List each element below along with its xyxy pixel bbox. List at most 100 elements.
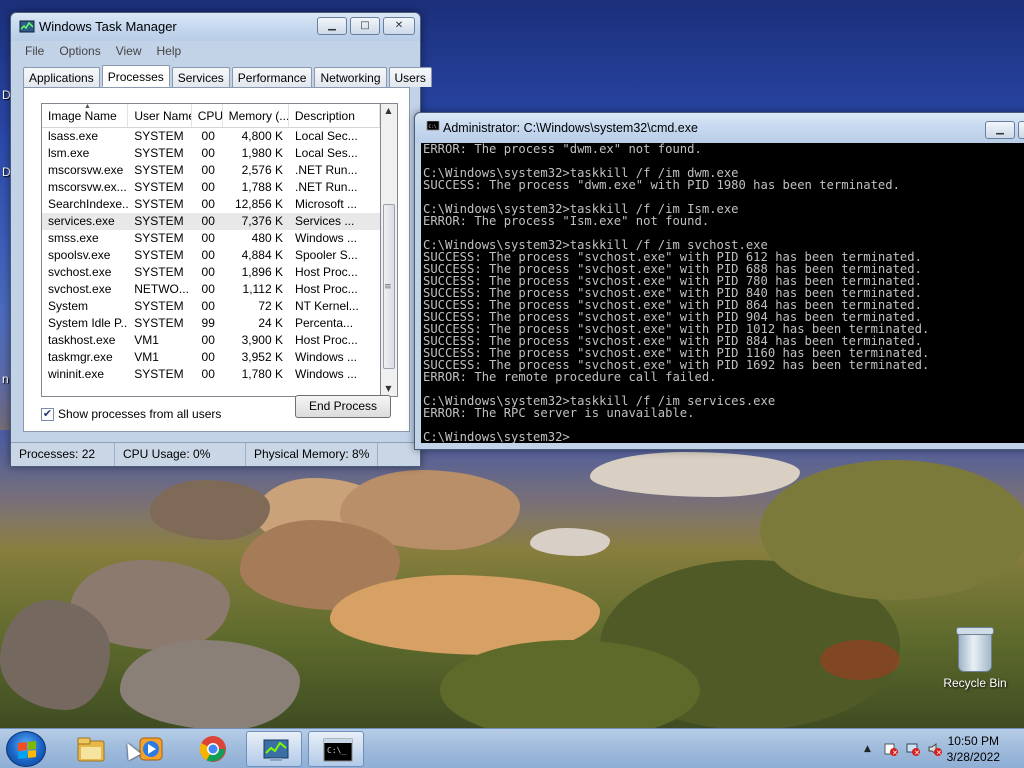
process-row[interactable]: SearchIndexe... SYSTEM 00 12,856 K Microsoft… (42, 196, 380, 213)
tab-processes[interactable]: Processes (101, 65, 170, 87)
process-row[interactable]: svchost.exe SYSTEM 00 1,896 K Host Proc... (42, 264, 380, 281)
process-cpu-cell: 00 (201, 231, 215, 245)
show-all-processes-option[interactable]: ✔ Show processes from all users (41, 407, 221, 421)
process-description-cell: Services ... (295, 214, 355, 228)
process-memory-cell: 24 K (258, 316, 283, 330)
taskbar-chrome[interactable] (184, 731, 240, 767)
cmd-titlebar[interactable]: C:\ Administrator: C:\Windows\system32\c… (415, 113, 1024, 143)
sort-ascending-icon: ▲ (84, 104, 91, 110)
process-row[interactable]: taskmgr.exe VM1 00 3,952 K Windows ... (42, 349, 380, 366)
process-row[interactable]: mscorsvw.exe SYSTEM 00 2,576 K .NET Run... (42, 162, 380, 179)
wallpaper-rock (150, 480, 270, 540)
menu-help[interactable]: Help (149, 41, 189, 58)
process-description-cell: Spooler S... (295, 248, 358, 262)
process-cpu-cell: 99 (201, 316, 215, 330)
process-user-cell: NETWO... (134, 282, 189, 296)
network-alert-icon[interactable]: ✕ (906, 742, 920, 756)
process-row[interactable]: wininit.exe SYSTEM 00 1,780 K Windows ... (42, 366, 380, 383)
menu-file[interactable]: File (17, 41, 51, 58)
process-row[interactable]: services.exe SYSTEM 00 7,376 K Services ... (42, 213, 380, 230)
process-description-cell: Host Proc... (295, 282, 358, 296)
start-button[interactable] (6, 731, 46, 767)
process-memory-cell: 1,112 K (242, 282, 283, 296)
process-name-cell: System (48, 299, 89, 313)
volume-muted-icon[interactable]: ✕ (928, 742, 942, 756)
scroll-up-arrow-icon[interactable]: ▲ (381, 106, 396, 115)
minimize-button[interactable]: ▁ (985, 121, 1015, 139)
process-row[interactable]: lsass.exe SYSTEM 00 4,800 K Local Sec... (42, 128, 380, 145)
process-memory-cell: 1,780 K (241, 367, 283, 381)
task-manager-window[interactable]: Windows Task Manager ▁ □ ✕ File Options Vi… (10, 12, 432, 467)
process-cpu-cell: 00 (201, 265, 215, 279)
process-cpu-cell: 00 (201, 129, 215, 143)
process-row[interactable]: spoolsv.exe SYSTEM 00 4,884 K Spooler S... (42, 247, 380, 264)
tab-applications[interactable]: Applications (23, 67, 100, 87)
tab-services[interactable]: Services (171, 67, 230, 87)
menu-bar: File Options View Help (11, 41, 420, 61)
process-memory-cell: 1,896 K (241, 265, 283, 279)
process-row[interactable]: svchost.exe NETWO... 00 1,112 K Host Proc... (42, 281, 380, 298)
taskbar-task-manager[interactable] (246, 731, 302, 767)
close-button[interactable]: ✕ (383, 17, 415, 35)
process-row[interactable]: lsm.exe SYSTEM 00 1,980 K Local Ses... (42, 145, 380, 162)
status-physical-memory: Physical Memory: 8% (246, 443, 379, 466)
minimize-button[interactable]: ▁ (317, 17, 347, 35)
process-cpu-cell: 00 (201, 367, 215, 381)
column-cpu[interactable]: CPU (192, 104, 223, 127)
clock-date: 3/28/2022 (946, 750, 1000, 764)
process-description-cell: .NET Run... (295, 180, 358, 194)
process-cpu-cell: 00 (201, 248, 215, 262)
tab-users[interactable]: Users (388, 67, 432, 87)
status-cpu-usage: CPU Usage: 0% (115, 443, 246, 466)
cmd-window[interactable]: C:\ Administrator: C:\Windows\system32\c… (414, 112, 1024, 450)
process-memory-cell: 480 K (251, 231, 283, 245)
process-row[interactable]: System Idle P... SYSTEM 99 24 K Percenta... (42, 315, 380, 332)
console-output[interactable]: ERROR: The process "dwm.ex" not found. C:… (421, 143, 1024, 443)
process-row[interactable]: mscorsvw.ex... SYSTEM 00 1,788 K .NET Run... (42, 179, 380, 196)
show-all-processes-checkbox[interactable]: ✔ (41, 407, 54, 421)
column-description[interactable]: Description (289, 104, 380, 127)
process-row[interactable]: System SYSTEM 00 72 K NT Kernel... (42, 298, 380, 315)
process-description-cell: Percenta... (295, 316, 354, 330)
show-hidden-icons-icon[interactable]: ▲ (864, 742, 878, 756)
process-cpu-cell: 00 (201, 197, 215, 211)
process-row[interactable]: smss.exe SYSTEM 00 480 K Windows ... (42, 230, 380, 247)
process-description-cell: .NET Run... (295, 163, 358, 177)
process-description-cell: Host Proc... (295, 265, 358, 279)
action-center-alert-icon[interactable]: ✕ (884, 742, 898, 756)
column-memory[interactable]: Memory (... (223, 104, 289, 127)
task-manager-icon (19, 20, 35, 33)
process-name-cell: services.exe (48, 214, 115, 228)
process-list-scrollbar[interactable]: ▲ ≡ ▼ (381, 103, 398, 397)
status-bar: Processes: 22 CPU Usage: 0% Physical Mem… (11, 442, 420, 466)
column-user-name[interactable]: User Name (128, 104, 192, 127)
clock[interactable]: 10:50 PM 3/28/2022 (947, 733, 1000, 765)
column-image-name[interactable]: ▲ Image Name (42, 104, 129, 127)
scroll-down-arrow-icon[interactable]: ▼ (381, 384, 396, 393)
process-row[interactable]: taskhost.exe VM1 00 3,900 K Host Proc... (42, 332, 380, 349)
taskbar-explorer[interactable] (62, 731, 118, 767)
process-description-cell: Microsoft ... (295, 197, 358, 211)
task-manager-titlebar[interactable]: Windows Task Manager ▁ □ ✕ (11, 13, 420, 41)
desktop-icon-label-partial[interactable]: n (2, 372, 9, 386)
process-memory-cell: 4,884 K (241, 248, 283, 262)
taskbar-cmd[interactable]: C:\_ (308, 731, 364, 767)
process-memory-cell: 3,952 K (241, 350, 283, 364)
svg-text:✕: ✕ (914, 749, 920, 756)
menu-view[interactable]: View (108, 41, 149, 58)
windows-logo-icon (18, 741, 36, 759)
maximize-button[interactable]: □ (350, 17, 380, 35)
process-list[interactable]: ▲ Image Name User Name CPU Memory (... De… (41, 103, 381, 397)
process-cpu-cell: 00 (201, 214, 215, 228)
process-name-cell: taskhost.exe (48, 333, 116, 347)
recycle-bin[interactable]: Recycle Bin (940, 627, 1010, 690)
tab-performance[interactable]: Performance (231, 67, 313, 87)
process-user-cell: VM1 (134, 333, 159, 347)
wallpaper-rock (120, 640, 300, 728)
process-name-cell: svchost.exe (48, 282, 112, 296)
tab-networking[interactable]: Networking (314, 67, 387, 87)
menu-options[interactable]: Options (51, 41, 107, 58)
end-process-button[interactable]: End Process (295, 395, 391, 418)
maximize-button[interactable]: □ (1018, 121, 1024, 139)
process-description-cell: Local Sec... (295, 129, 358, 143)
